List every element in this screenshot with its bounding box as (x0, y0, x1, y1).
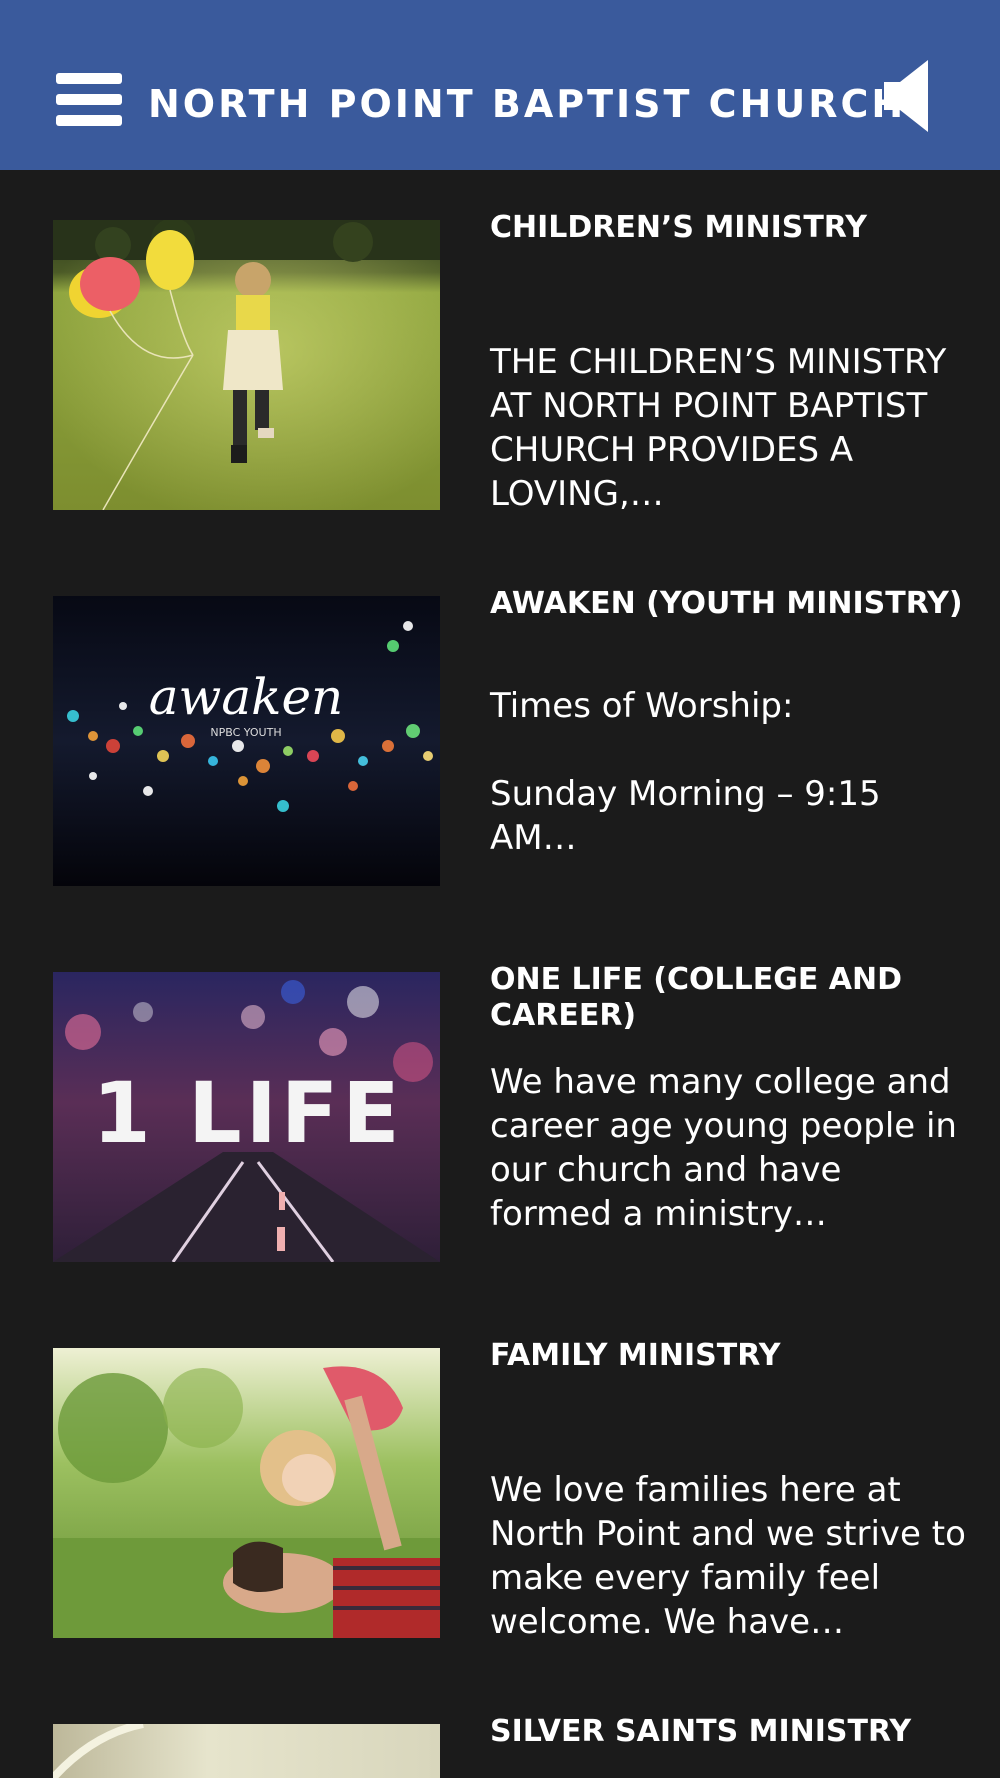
awaken-image-subtext: NPBC YOUTH (210, 726, 281, 739)
childrens-ministry-image[interactable] (53, 220, 440, 510)
site-title[interactable]: NORTH POINT BAPTIST CHURCH (148, 82, 906, 126)
speaker-icon[interactable] (884, 60, 936, 132)
one-life-image-text: 1 LIFE (92, 1064, 403, 1162)
ministry-excerpt: We love families here at North Point and… (490, 1470, 966, 1642)
ministry-title[interactable]: ONE LIFE (COLLEGE AND CAREER) (490, 962, 970, 1034)
silver-saints-image[interactable] (53, 1724, 440, 1778)
ministry-title[interactable]: AWAKEN (YOUTH MINISTRY) (490, 586, 970, 622)
excerpt-line: Times of Worship: (490, 686, 794, 726)
hamburger-menu-icon[interactable] (56, 71, 122, 129)
excerpt-line: Sunday Morning – 9:15 AM… (490, 774, 881, 858)
ministry-excerpt: THE CHILDREN’S MINISTRY AT NORTH POINT B… (490, 342, 947, 514)
youth-ministry-image[interactable]: awaken NPBC YOUTH (53, 596, 440, 886)
list-item: 1 LIFE ONE LIFE (COLLEGE AND CAREER) We … (0, 922, 1000, 1262)
awaken-image-text: awaken (149, 668, 344, 726)
ministry-title[interactable]: CHILDREN’S MINISTRY (490, 210, 970, 246)
list-item: CHILDREN’S MINISTRY THE CHILDREN’S MINIS… (0, 170, 1000, 514)
ministry-excerpt: Times of Worship: Sunday Morning – 9:15 … (490, 684, 970, 860)
one-life-image[interactable]: 1 LIFE (53, 972, 440, 1262)
family-ministry-image[interactable] (53, 1348, 440, 1638)
list-item: SILVER SAINTS MINISTRY (0, 1674, 1000, 1778)
ministry-title[interactable]: SILVER SAINTS MINISTRY (490, 1714, 970, 1750)
list-item: awaken NPBC YOUTH AWAKEN (YOUTH MINISTRY… (0, 546, 1000, 886)
list-item: FAMILY MINISTRY We love families here at… (0, 1298, 1000, 1642)
app-header: NORTH POINT BAPTIST CHURCH (0, 0, 1000, 170)
ministry-excerpt: We have many college and career age youn… (490, 1062, 957, 1234)
ministry-title[interactable]: FAMILY MINISTRY (490, 1338, 970, 1374)
